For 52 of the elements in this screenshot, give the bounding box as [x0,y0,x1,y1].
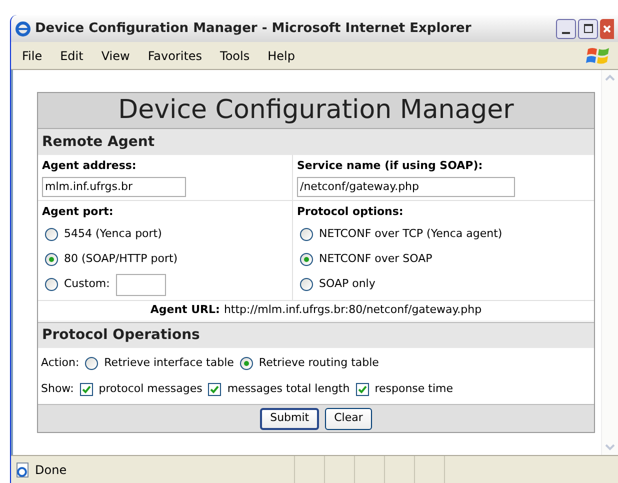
menu-item[interactable]: Tools [215,46,255,64]
radio-button[interactable] [45,253,58,266]
field-label: Agent port: [42,204,114,220]
menu-item[interactable]: File [17,46,48,64]
menu-item[interactable]: View [96,46,135,64]
agent-address-field[interactable]: mlm.inf.ufrgs.br [42,176,186,196]
radio-button[interactable] [85,356,98,370]
checkbox[interactable] [356,382,369,396]
browser-logo-icon [15,20,31,36]
radio-button[interactable] [240,356,253,370]
field-label: Action: [41,354,80,371]
radio-button[interactable] [300,278,313,291]
maximize-button[interactable] [578,18,598,38]
section-heading: Protocol Operations [38,322,594,348]
radio-button[interactable] [300,228,313,241]
window-title: Device Configuration Manager - Microsoft Internet Explorer [35,20,472,38]
submit-button[interactable]: Submit [260,408,320,430]
form-title: Device Configuration Manager [38,93,594,129]
option-label: Custom: [64,276,110,292]
service-name-field[interactable]: /netconf/gateway.php [297,176,515,196]
radio-button[interactable] [300,253,313,266]
option-label: messages total length [227,380,350,397]
radio-button[interactable] [45,278,58,291]
option-label: 5454 (Yenca port) [64,226,162,242]
field-label: Agent address: [42,158,138,174]
field-label: Show: [41,380,74,397]
option-label: NETCONF over SOAP [319,251,432,268]
option-label: Retrieve routing table [258,354,379,371]
close-button[interactable] [600,18,614,38]
page-icon [15,462,31,478]
menu-item[interactable]: Help [262,46,300,64]
menu-item[interactable]: Favorites [142,46,208,64]
option-label: protocol messages [98,380,202,397]
close-icon [603,24,611,32]
radio-button[interactable] [45,228,58,241]
status-text: Done [35,462,67,478]
option-label: 80 (SOAP/HTTP port) [64,251,178,268]
section-heading: Remote Agent [38,129,594,155]
checkbox[interactable] [80,382,93,396]
custom-port-field[interactable] [116,274,166,296]
menu-item[interactable]: Edit [55,46,88,64]
option-label: SOAP only [319,276,376,292]
clear-button[interactable]: Clear [325,408,372,430]
checkbox[interactable] [208,382,222,396]
option-label: NETCONF over TCP (Yenca agent) [319,226,502,242]
field-label: Protocol options: [297,204,404,220]
option-label: response time [374,380,454,397]
agent-url: http://mlm.inf.ufrgs.br:80/netconf/gateway.php [224,302,482,318]
field-label: Service name (if using SOAP): [297,158,484,174]
url-label: Agent URL: [150,302,220,318]
option-label: Retrieve interface table [104,354,234,371]
minimize-button[interactable] [556,18,576,38]
